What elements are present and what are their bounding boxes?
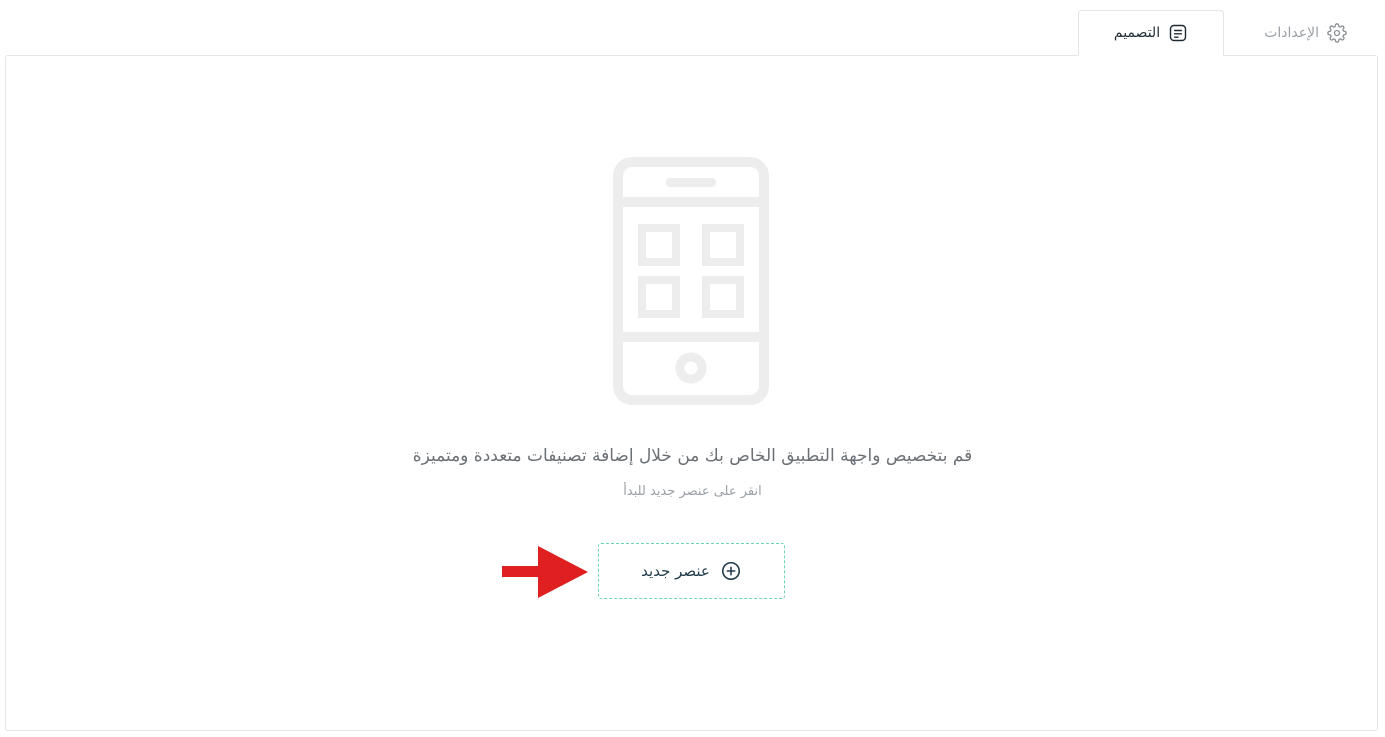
- plus-circle-icon: [720, 560, 742, 582]
- empty-state-headline: قم بتخصيص واجهة التطبيق الخاص بك من خلال…: [412, 446, 973, 466]
- tab-design[interactable]: التصميم: [1078, 10, 1224, 56]
- arrow-right-icon: [502, 546, 588, 598]
- tab-settings[interactable]: الإعدادات: [1250, 10, 1361, 56]
- phone-grid-icon: [613, 157, 769, 405]
- tab-settings-label: الإعدادات: [1264, 25, 1319, 41]
- tab-bar: الإعدادات التصميم: [0, 10, 1385, 56]
- tab-design-label: التصميم: [1113, 25, 1161, 41]
- new-item-button[interactable]: عنصر جديد: [598, 543, 785, 599]
- gear-icon: [1327, 23, 1347, 43]
- empty-state-subline: انقر على عنصر جديد للبدأ: [623, 484, 762, 499]
- document-icon: [1168, 23, 1188, 43]
- new-item-button-label: عنصر جديد: [641, 562, 710, 580]
